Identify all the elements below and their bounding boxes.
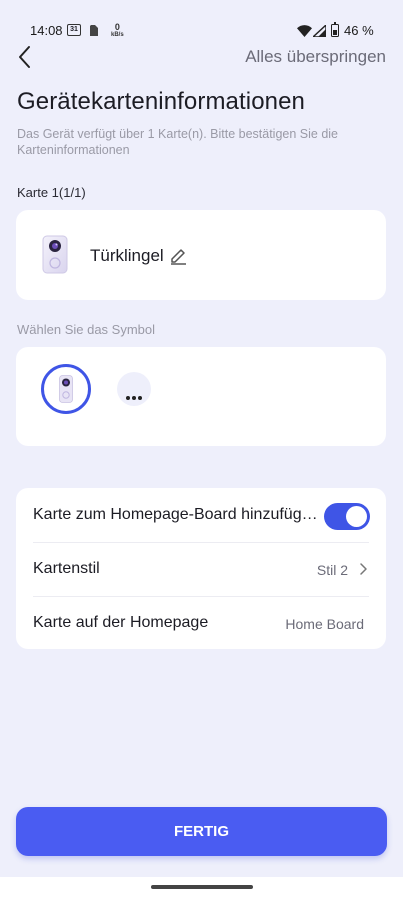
network-speed-unit: kB/s [111, 32, 124, 38]
more-dots-icon [126, 387, 144, 405]
screen: 14:08 31 0 kB/s 46 % Alles überspringen … [0, 0, 403, 900]
wifi-icon [297, 25, 312, 37]
page-title: Gerätekarteninformationen [17, 88, 305, 115]
card-style-label: Kartenstil [33, 560, 100, 577]
settings-card: Karte zum Homepage-Board hinzufüg… Karte… [16, 488, 386, 649]
page-description: Das Gerät verfügt über 1 Karte(n). Bitte… [17, 127, 339, 157]
symbol-option-doorbell[interactable] [41, 364, 91, 414]
chevron-right-icon [360, 563, 367, 575]
device-name: Türklingel [90, 246, 164, 265]
card-style-row[interactable]: Kartenstil Stil 2 [16, 542, 386, 596]
doorbell-symbol-icon [59, 375, 73, 403]
navigation-bar [0, 877, 403, 900]
toggle-knob [346, 506, 367, 527]
add-to-board-toggle[interactable] [324, 503, 370, 530]
back-arrow-icon[interactable] [14, 44, 40, 70]
more-symbols-button[interactable] [117, 372, 151, 406]
battery-percent: 46 % [344, 23, 374, 38]
edit-pencil-icon[interactable] [169, 246, 188, 265]
add-to-board-label: Karte zum Homepage-Board hinzufüg… [33, 506, 318, 523]
card-count-label: Karte 1(1/1) [17, 185, 86, 200]
status-bar: 14:08 31 0 kB/s 46 % [0, 0, 403, 42]
done-button[interactable]: FERTIG [16, 807, 387, 856]
homepage-card-row[interactable]: Karte auf der Homepage Home Board [16, 596, 386, 650]
network-speed-value: 0 [114, 22, 120, 32]
homepage-card-value: Home Board [285, 616, 364, 632]
battery-icon [331, 22, 339, 37]
chip-icon [90, 25, 98, 36]
card-style-value: Stil 2 [316, 562, 348, 578]
skip-all-link[interactable]: Alles überspringen [245, 47, 386, 67]
symbol-card [16, 347, 386, 446]
homepage-card-label: Karte auf der Homepage [33, 614, 209, 631]
device-card: Türklingel [16, 210, 386, 300]
calendar-icon: 31 [67, 24, 81, 36]
doorbell-device-icon [42, 235, 68, 274]
network-speed: 0 kB/s [111, 22, 124, 39]
signal-icon [313, 25, 326, 37]
home-indicator[interactable] [151, 885, 253, 889]
symbol-section-label: Wählen Sie das Symbol [17, 322, 156, 337]
status-time: 14:08 [30, 23, 63, 38]
add-to-board-row[interactable]: Karte zum Homepage-Board hinzufüg… [16, 488, 386, 542]
